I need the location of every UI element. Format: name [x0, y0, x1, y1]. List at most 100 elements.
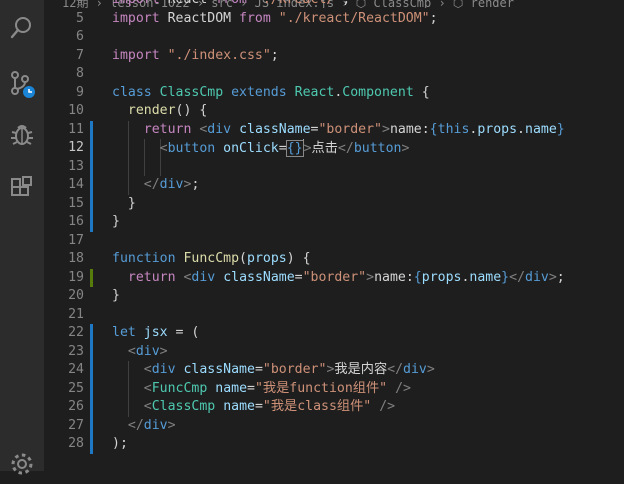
code-line[interactable]: 7 import "./index.css"; [44, 47, 624, 66]
code-line[interactable]: 17 [44, 232, 624, 251]
code-text: class ClassCmp extends React.Component { [112, 84, 430, 103]
code-text: <div> [112, 343, 168, 362]
code-line[interactable]: 24 <div className="border">我是内容</div> [44, 361, 624, 380]
code-token: FuncCmp [151, 380, 216, 396]
code-token: </ [509, 269, 526, 285]
code-text: <button onClick={}>点击</button> [112, 139, 409, 159]
code-token: "border" [318, 121, 383, 137]
code-line[interactable]: 14 </div>; [44, 176, 624, 195]
code-token: props [247, 251, 287, 266]
code-token: name [469, 269, 502, 285]
code-token: div [525, 269, 549, 285]
code-token: 我是内容 [334, 362, 388, 377]
code-token: ); [112, 436, 128, 451]
code-line[interactable]: 8 [44, 65, 624, 84]
code-text: return <div className="border">name:{thi… [112, 121, 565, 140]
code-line[interactable]: 22 let jsx = ( [44, 324, 624, 343]
extensions-icon[interactable] [0, 168, 44, 208]
code-token: </ [143, 177, 160, 192]
code-line[interactable]: 16} [44, 213, 624, 232]
code-token: /> [379, 399, 396, 414]
code-token: {} [285, 140, 304, 157]
code-token: "我是class组件" [262, 399, 380, 414]
code-line[interactable]: 23 <div> [44, 343, 624, 362]
source-control-icon[interactable] [0, 64, 44, 104]
line-number: 15 [68, 195, 84, 211]
line-number: 10 [68, 103, 84, 118]
line-number: 5 [76, 10, 84, 26]
line-number: 18 [68, 251, 84, 266]
code-token: extends [231, 84, 295, 100]
code-token: jsx [143, 325, 176, 340]
code-line[interactable]: 15 } [44, 195, 624, 214]
code-token: . [517, 121, 525, 137]
code-line[interactable]: 12 <button onClick={}>点击</button> [44, 139, 624, 158]
code-token: div [403, 362, 427, 377]
code-editor[interactable]: 12期 › lesson-1022 › src › JS index.js › … [44, 0, 624, 471]
code-token: = [254, 399, 263, 414]
code-line[interactable]: 11 return <div className="border">name:{… [44, 121, 624, 140]
code-token: = [294, 269, 303, 285]
code-line[interactable]: 13 [44, 158, 624, 177]
code-token: > [159, 343, 168, 359]
code-token: "./kreact/" [255, 0, 342, 7]
code-line[interactable]: 28); [44, 435, 624, 454]
line-number: 12 [68, 140, 84, 155]
code-token: </ [337, 141, 354, 156]
line-number: 6 [76, 29, 84, 44]
code-token: name: [389, 121, 430, 137]
code-line[interactable]: 26 <ClassCmp name="我是class组件" /> [44, 398, 624, 417]
code-line[interactable]: 4 import React from "./kreact/"; [44, 0, 624, 10]
code-token: < [143, 362, 152, 377]
code-token: name [215, 380, 248, 396]
code-token: ; [342, 0, 350, 7]
line-number: 14 [68, 177, 84, 192]
code-token: from [215, 0, 255, 7]
code-text: <FuncCmp name="我是function组件" /> [112, 380, 411, 399]
line-number: 16 [68, 214, 84, 229]
code-token: ( [239, 251, 247, 266]
code-token: { [421, 84, 430, 100]
line-number: 7 [76, 47, 84, 63]
line-number: 9 [76, 84, 84, 100]
code-token: name [525, 121, 557, 137]
code-token: > [167, 417, 176, 433]
code-line[interactable]: 9 class ClassCmp extends React.Component … [44, 84, 624, 103]
code-line[interactable]: 18 function FuncCmp(props) { [44, 250, 624, 269]
code-line[interactable]: 25 <FuncCmp name="我是function组件" /> [44, 380, 624, 399]
line-number: 19 [68, 269, 84, 285]
code-text: import "./index.css"; [112, 47, 279, 66]
code-text: import React from "./kreact/"; [112, 0, 350, 10]
code-token: render [127, 103, 176, 118]
code-token: ClassCmp [151, 399, 224, 414]
code-token: ClassCmp [159, 84, 232, 100]
code-token: function [112, 251, 184, 266]
code-line[interactable]: 21 [44, 306, 624, 325]
code-token: from [239, 10, 279, 26]
code-line[interactable]: 27 </div> [44, 417, 624, 436]
code-token: < [143, 399, 152, 414]
code-token: React [294, 84, 335, 100]
code-token: = [254, 362, 263, 377]
code-token: div [207, 121, 240, 137]
code-line[interactable]: 10 render() { [44, 102, 624, 121]
code-line[interactable]: 6 [44, 28, 624, 47]
code-token: className [223, 269, 295, 285]
search-icon[interactable] [0, 8, 44, 48]
code-line[interactable]: 5 import ReactDOM from "./kreact/ReactDOM… [44, 10, 624, 29]
code-token: div [151, 362, 184, 377]
code-line[interactable]: 20} [44, 287, 624, 306]
code-token: "border" [302, 269, 367, 285]
code-token: Component [342, 84, 422, 100]
debug-icon[interactable] [0, 114, 44, 154]
code-token: { [429, 121, 438, 137]
code-text: </div>; [112, 176, 200, 195]
settings-gear-icon[interactable] [0, 444, 44, 484]
code-token: } [556, 121, 565, 137]
code-line[interactable]: 19 return <div className="border">name:{… [44, 269, 624, 288]
code-token: = ( [175, 325, 200, 340]
